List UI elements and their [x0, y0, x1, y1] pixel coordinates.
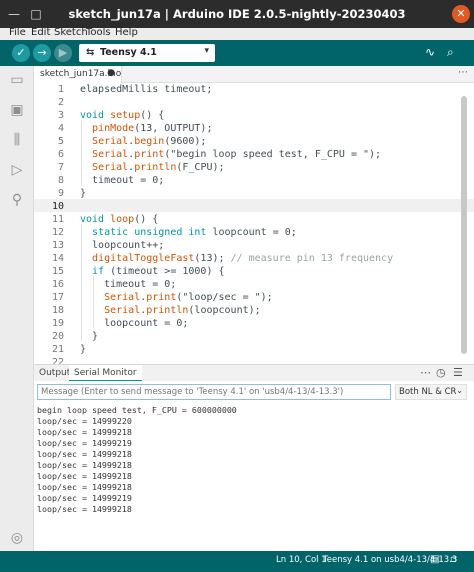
- chevron-down-icon: ▾: [204, 46, 209, 56]
- menu-bar: File Edit Sketch Tools Help: [0, 27, 474, 40]
- line-ending-select[interactable]: Both NL & CR ⌄: [395, 384, 467, 400]
- serial-line: loop/sec = 14999218: [37, 482, 132, 492]
- menu-help[interactable]: Help: [115, 27, 138, 38]
- board-name: Teensy 4.1: [100, 47, 157, 58]
- board-selector[interactable]: ⇆ Teensy 4.1 ▾: [79, 44, 215, 62]
- upload-button[interactable]: →: [33, 44, 51, 62]
- code-line: 15 if (timeout >= 1000) {: [51, 266, 225, 277]
- code-line: 18 Serial.println(loopcount);: [51, 305, 261, 316]
- tab-serial-monitor[interactable]: Serial Monitor: [69, 365, 142, 382]
- serial-line: loop/sec = 14999218: [37, 471, 132, 481]
- tab-output[interactable]: Output: [39, 368, 70, 378]
- search-icon[interactable]: ⚲: [0, 192, 34, 208]
- status-bar: Ln 10, Col 1 Teensy 4.1 on usb4/4-13/4-1…: [0, 551, 474, 572]
- serial-monitor-icon[interactable]: ⌕: [447, 45, 454, 60]
- menu-file[interactable]: File: [9, 27, 26, 38]
- code-line: 1 elapsedMillis timeout;: [57, 84, 213, 95]
- notification-icon[interactable]: ▤: [430, 554, 439, 565]
- menu-edit[interactable]: Edit: [31, 27, 50, 38]
- code-line: 10: [51, 201, 64, 212]
- code-line: 22: [51, 357, 64, 364]
- code-line: 12 static unsigned int loopcount = 0;: [51, 227, 297, 238]
- code-line: 14 digitalToggleFast(13); // measure pin…: [51, 253, 394, 264]
- modified-indicator-icon: ●: [107, 68, 115, 78]
- code-line: 4 pinMode(13, OUTPUT);: [57, 123, 213, 134]
- verify-button[interactable]: ✓: [12, 44, 30, 62]
- menu-tools[interactable]: Tools: [86, 27, 111, 38]
- serial-line: loop/sec = 14999218: [37, 504, 132, 514]
- code-line: 16 timeout = 0;: [51, 279, 177, 290]
- editor-tabs: sketch_jun17a.ino ● ⋯: [34, 66, 474, 83]
- serial-plotter-icon[interactable]: ∿: [425, 45, 435, 59]
- window-titlebar: — □ sketch_jun17a | Arduino IDE 2.0.5-ni…: [0, 0, 474, 28]
- usb-icon: ⇆: [86, 47, 95, 58]
- serial-input-bar: Both NL & CR ⌄: [34, 381, 474, 403]
- toolbar: ✓ → ▶ ⇆ Teensy 4.1 ▾ ∿ ⌕: [0, 40, 474, 66]
- close-panel-icon[interactable]: ▫: [450, 554, 457, 565]
- window-title: sketch_jun17a | Arduino IDE 2.0.5-nightl…: [68, 7, 406, 21]
- code-line: 7 Serial.println(F_CPU);: [57, 162, 225, 173]
- code-line: 19 loopcount = 0;: [51, 318, 189, 329]
- code-line: 21}: [51, 344, 87, 355]
- more-icon[interactable]: ⋯: [420, 366, 431, 379]
- code-line: 17 Serial.print("loop/sec = ");: [51, 292, 273, 303]
- serial-message-input[interactable]: [37, 384, 391, 400]
- code-line: 9}: [57, 188, 87, 199]
- folder-icon[interactable]: ▭: [0, 72, 34, 88]
- code-line: 20 }: [51, 331, 99, 342]
- activity-sidebar: ▭ ▣ ⫼ ▷ ⚲ ◎: [0, 66, 34, 572]
- debug-icon[interactable]: ▷: [0, 162, 34, 178]
- line-ending-value: Both NL & CR: [399, 387, 457, 397]
- code-line: 5 Serial.begin(9600);: [57, 136, 207, 147]
- close-window-button[interactable]: ✕: [452, 5, 470, 23]
- serial-line: begin loop speed test, F_CPU = 600000000: [37, 405, 237, 415]
- editor-scrollbar[interactable]: [461, 96, 467, 354]
- code-line: 13 loopcount++;: [51, 240, 165, 251]
- code-line: 6 Serial.print("begin loop speed test, F…: [57, 149, 382, 160]
- code-line: 3 void setup() {: [57, 110, 165, 121]
- code-line: 11 void loop() {: [51, 214, 159, 225]
- serial-line: loop/sec = 14999220: [37, 416, 132, 426]
- cursor-position[interactable]: Ln 10, Col 1: [276, 555, 327, 565]
- serial-line: loop/sec = 14999218: [37, 449, 132, 459]
- account-icon[interactable]: ◎: [0, 530, 34, 546]
- serial-line: loop/sec = 14999219: [37, 493, 132, 503]
- chevron-down-icon: ⌄: [456, 386, 463, 395]
- clear-output-icon[interactable]: ☰: [453, 366, 463, 379]
- menu-sketch[interactable]: Sketch: [54, 27, 88, 38]
- code-line: 2: [57, 97, 64, 108]
- serial-line: loop/sec = 14999218: [37, 427, 132, 437]
- serial-line: loop/sec = 14999218: [37, 460, 132, 470]
- serial-output: begin loop speed test, F_CPU = 600000000…: [34, 403, 474, 551]
- tab-sketch[interactable]: sketch_jun17a.ino ●: [34, 66, 122, 83]
- code-editor[interactable]: 1 elapsedMillis timeout; 2 3 void setup() …: [34, 84, 474, 364]
- debug-button[interactable]: ▶: [54, 44, 72, 62]
- code-line: 8 timeout = 0;: [57, 175, 165, 186]
- more-icon[interactable]: ⋯: [458, 67, 468, 78]
- toggle-timestamp-icon[interactable]: ◷: [436, 366, 446, 379]
- boards-manager-icon[interactable]: ▣: [0, 102, 34, 118]
- serial-line: loop/sec = 14999219: [37, 438, 132, 448]
- output-panel-tabs: Output Serial Monitor ⋯ ◷ ☰: [34, 364, 474, 382]
- library-manager-icon[interactable]: ⫼: [0, 132, 34, 148]
